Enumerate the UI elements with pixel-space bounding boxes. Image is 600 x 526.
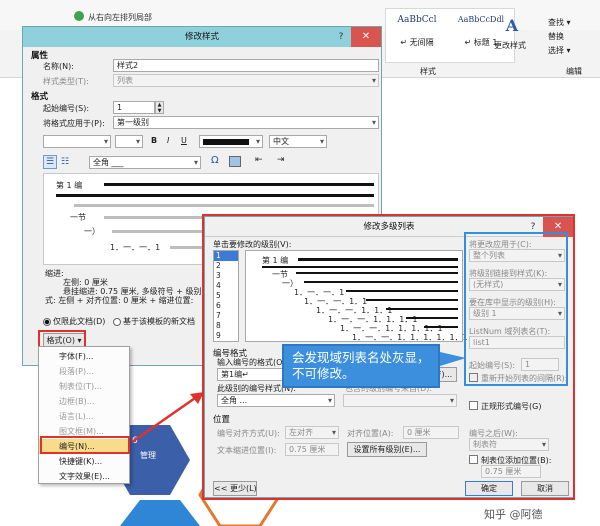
radio-only-this-document[interactable]: 仅限此文档(D) [43,316,105,327]
select-button[interactable]: 选择 ▾ [548,44,571,58]
picture-icon[interactable] [229,156,241,167]
name-input[interactable]: 样式2 [113,59,379,72]
format-header: 格式 [31,92,49,102]
apply-format-select[interactable]: 第一级别 [113,116,379,129]
preview-bar [56,194,374,197]
start-number-label: 起始编号(S): [43,104,90,113]
preview-line: 一节 [70,213,86,222]
menu-item-language: 语言(L)... [59,412,94,421]
name-label: 名称(N): [43,62,74,71]
preview-line: 一） [84,227,100,236]
editing-group-label: 编辑 [566,67,582,76]
symbol-icon[interactable]: Ω [211,155,219,166]
radio-new-documents[interactable]: 基于该模板的新文档 [113,316,195,327]
start-number-input[interactable]: 1 [113,101,155,114]
description-header: 缩进: [45,269,64,278]
decrease-indent-icon[interactable]: ⇤ [255,155,263,165]
replace-button[interactable]: 替换 [548,30,571,44]
spinner-icon[interactable]: ▲ ▼ [155,101,164,114]
dialog-title: 修改样式 [184,32,219,42]
preview-bar [74,204,374,207]
menu-item-tabs: 制表位(T)... [59,382,102,391]
green-icon [74,11,84,21]
underline-button[interactable]: U [181,136,187,145]
font-name-select[interactable] [43,135,111,148]
red-arrow [131,392,204,444]
style-name: ↵ 无间隔 [400,38,434,47]
font-size-select[interactable] [115,135,143,148]
preview-bar [104,183,374,186]
watermark: 知乎 @阿德 [484,508,543,521]
menu-item-shortcut-key[interactable]: 快捷键(K)... [39,454,129,469]
styles-group-label: 样式 [420,67,436,76]
color-select[interactable] [199,135,263,148]
number-style-select[interactable]: 全角 ___ [89,156,201,169]
increase-indent-icon[interactable]: ⇥ [277,155,285,165]
numbering-highlight [40,436,130,454]
style-preview: AaBbCcl [397,15,437,25]
preview-line: 第 1 编 [56,181,83,190]
apply-format-label: 将格式应用于(P): [43,119,105,128]
styles-gallery[interactable]: AaBbCcl ↵ 无间隔 AaBbCcDdl ↵ 标题 1 [385,8,515,63]
help-icon[interactable]: ? [333,30,349,44]
radio-icon[interactable] [113,317,121,326]
italic-button[interactable]: I [167,136,169,145]
menu-item-paragraph: 段落(P)... [59,367,94,376]
doc-text-manage: 管理 [140,451,156,460]
change-styles-icon[interactable]: A [502,16,522,35]
properties-header: 属性 [31,51,49,61]
radio-selected-icon[interactable] [43,317,51,326]
menu-item-text-effects[interactable]: 文字效果(E)... [39,469,129,484]
greyed-options-highlight [464,232,568,386]
find-button[interactable]: 查找 ▾ [548,16,571,30]
language-select[interactable]: 中文 [269,135,327,148]
annotation-callout: 会发现域列表名处灰显， 不可修改。 [282,344,440,388]
format-menu: 字体(F)... 段落(P)... 制表位(T)... 边框(B)... 语言(… [38,346,130,484]
description-line: 式: 左侧 + 对齐位置: 0 厘米 + 缩进位置: [45,296,194,305]
bullet-list-icon[interactable]: ☷ [61,157,69,167]
qat-label[interactable]: 从右向左排列局部 [88,12,152,23]
menu-item-font[interactable]: 字体(F)... [39,349,129,364]
close-icon[interactable]: ✕ [351,27,381,47]
preview-line: 1．一．一．1 [110,243,161,252]
type-label: 样式类型(T): [43,77,89,86]
menu-item-border: 边框(B)... [59,397,95,406]
modify-style-titlebar: 修改样式 ? ✕ [23,27,381,47]
change-styles-label[interactable]: 更改样式 [494,40,526,51]
bold-button[interactable]: B [151,136,157,145]
callout-pointer [440,352,466,366]
editing-group: 查找 ▾ 替换 选择 ▾ [548,16,571,58]
type-select: 列表 [113,74,379,87]
list-format-icon[interactable]: ☰ [43,155,57,169]
